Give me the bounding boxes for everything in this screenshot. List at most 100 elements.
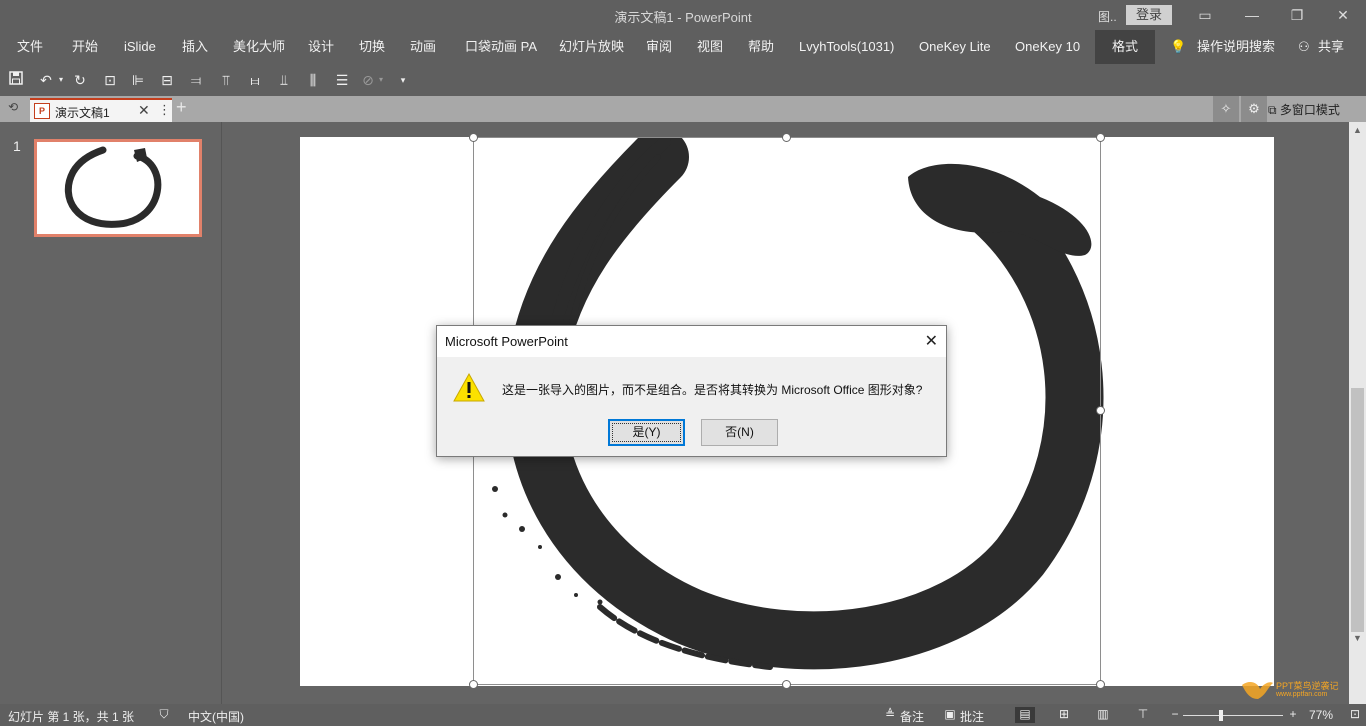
resize-handle-bl[interactable]	[469, 680, 478, 689]
notes-button[interactable]: 备注	[900, 708, 924, 725]
align-bottom-icon[interactable]: ⫫	[274, 70, 294, 90]
zoom-level[interactable]: 77%	[1309, 708, 1333, 722]
share-icon[interactable]: ⚇	[1298, 30, 1310, 64]
magic-wand-icon[interactable]: ✧	[1213, 96, 1239, 122]
multi-window-mode[interactable]: ⧉ 多窗口模式	[1268, 101, 1340, 118]
convert-picture-dialog: Microsoft PowerPoint ✕ 这是一张导入的图片，而不是组合。是…	[436, 325, 947, 457]
tab-file[interactable]: 文件	[17, 30, 43, 64]
resize-handle-t[interactable]	[782, 133, 791, 142]
comments-icon[interactable]: ▣	[942, 707, 958, 723]
more-options-icon[interactable]: ⋮	[158, 102, 171, 118]
close-icon[interactable]: ✕	[1328, 4, 1358, 26]
multi-window-label: 多窗口模式	[1279, 103, 1340, 117]
resize-handle-r[interactable]	[1096, 406, 1105, 415]
zoom-slider-track[interactable]	[1183, 715, 1283, 716]
scroll-up-icon[interactable]: ▲	[1349, 122, 1366, 138]
slide-thumbnail-pane: 1	[0, 122, 222, 704]
scroll-thumb[interactable]	[1351, 388, 1364, 632]
undo-dropdown-icon[interactable]: ▾	[56, 70, 66, 90]
watermark: PPT菜鸟逆袭记 www.pptfan.com	[1240, 677, 1339, 704]
lightbulb-icon[interactable]: 💡	[1170, 30, 1186, 64]
normal-view-icon[interactable]: ▤	[1015, 707, 1035, 723]
watermark-line2: www.pptfan.com	[1276, 691, 1328, 698]
merge-dropdown-icon[interactable]: ▾	[376, 70, 386, 90]
tab-onekey-lite[interactable]: OneKey Lite	[919, 30, 991, 64]
align-right-icon[interactable]: ⫤	[186, 70, 206, 90]
tab-islide[interactable]: iSlide	[124, 30, 156, 64]
close-tab-icon[interactable]: ✕	[138, 102, 150, 119]
settings-gear-icon[interactable]: ⚙	[1241, 96, 1267, 122]
align-left-icon[interactable]: ⊫	[128, 70, 148, 90]
login-button[interactable]: 登录	[1126, 5, 1172, 25]
spell-check-icon[interactable]: ⛉	[156, 707, 172, 723]
vertical-scrollbar[interactable]: ▲ ▼	[1349, 122, 1366, 704]
dialog-message: 这是一张导入的图片，而不是组合。是否将其转换为 Microsoft Office…	[502, 383, 923, 397]
resize-handle-b[interactable]	[782, 680, 791, 689]
fit-slide-icon[interactable]: ⊡	[1347, 707, 1363, 723]
save-icon[interactable]	[6, 70, 26, 90]
no-button[interactable]: 否(N)	[701, 419, 778, 446]
language-indicator[interactable]: 中文(中国)	[188, 708, 244, 725]
multi-window-icon: ⧉	[1268, 103, 1280, 117]
warning-icon	[452, 372, 486, 407]
resize-handle-tl[interactable]	[469, 133, 478, 142]
share-button[interactable]: 共享	[1318, 30, 1344, 64]
distribute-h-icon[interactable]: ⫼	[303, 70, 323, 90]
tab-transitions[interactable]: 切换	[359, 30, 385, 64]
distribute-v-icon[interactable]: ☰	[332, 70, 352, 90]
tab-onekey-10[interactable]: OneKey 10	[1015, 30, 1080, 64]
scroll-down-icon[interactable]: ▼	[1349, 630, 1366, 646]
status-bar: 幻灯片 第 1 张，共 1 张 ⛉ 中文(中国) ≜ 备注 ▣ 批注 ▤ ⊞ ▥…	[0, 704, 1366, 726]
tab-format[interactable]: 格式	[1095, 30, 1155, 64]
tab-slideshow[interactable]: 幻灯片放映	[559, 30, 624, 64]
tab-animations[interactable]: 动画	[410, 30, 436, 64]
undo-icon[interactable]: ↶	[36, 70, 56, 90]
notes-icon[interactable]: ≜	[882, 707, 898, 723]
customize-icon[interactable]: ▾	[396, 70, 410, 90]
slideshow-icon[interactable]: ⊡	[100, 70, 120, 90]
tell-me-search[interactable]: 操作说明搜索	[1197, 30, 1275, 64]
layout-icon[interactable]: 图..	[1098, 8, 1120, 24]
redo-icon[interactable]: ↻	[70, 70, 90, 90]
zoom-slider-knob[interactable]	[1219, 710, 1223, 721]
reading-view-icon[interactable]: ▥	[1095, 707, 1111, 723]
minimize-icon[interactable]: —	[1237, 4, 1267, 26]
document-tab[interactable]: P 演示文稿1 ✕ ⋮	[30, 98, 172, 122]
merge-shapes-icon[interactable]: ⊘	[358, 70, 378, 90]
resize-handle-br[interactable]	[1096, 680, 1105, 689]
tab-beautify[interactable]: 美化大师	[233, 30, 285, 64]
slide-sorter-icon[interactable]: ⊞	[1056, 707, 1072, 723]
tab-manager-icon[interactable]: ⟲	[8, 100, 24, 116]
add-tab-icon[interactable]: +	[176, 97, 187, 118]
dialog-close-icon[interactable]: ✕	[925, 331, 938, 351]
ribbon-tabs: 文件 开始 iSlide 插入 美化大师 设计 切换 动画 口袋动画 PA 幻灯…	[0, 30, 1366, 64]
align-center-icon[interactable]: ⊟	[157, 70, 177, 90]
zoom-out-icon[interactable]: −	[1167, 707, 1183, 723]
resize-handle-tr[interactable]	[1096, 133, 1105, 142]
document-tab-bar: ⟲ P 演示文稿1 ✕ ⋮ + ✧ ⚙ ⧉ 多窗口模式	[0, 96, 1366, 122]
align-middle-icon[interactable]: ⧦	[245, 70, 265, 90]
slide-thumbnail[interactable]	[34, 139, 202, 237]
align-top-icon[interactable]: ⫪	[216, 70, 236, 90]
dialog-title: Microsoft PowerPoint	[445, 334, 568, 349]
slideshow-view-icon[interactable]: ⊤	[1135, 707, 1151, 723]
yes-button[interactable]: 是(Y)	[608, 419, 685, 446]
bird-logo-icon	[1242, 682, 1273, 699]
tab-view[interactable]: 视图	[697, 30, 723, 64]
powerpoint-file-icon: P	[34, 103, 50, 119]
quick-access-toolbar: ↶ ▾ ↻ ⊡ ⊫ ⊟ ⫤ ⫪ ⧦ ⫫ ⫼ ☰ ⊘ ▾ ▾	[0, 64, 1366, 96]
tab-lvyhtools[interactable]: LvyhTools(1031)	[799, 30, 894, 64]
zoom-in-icon[interactable]: +	[1285, 707, 1301, 723]
comments-button[interactable]: 批注	[960, 708, 984, 725]
slide-info: 幻灯片 第 1 张，共 1 张	[8, 710, 135, 724]
tab-review[interactable]: 审阅	[646, 30, 672, 64]
tab-pocket-animation[interactable]: 口袋动画 PA	[465, 30, 537, 64]
tab-insert[interactable]: 插入	[182, 30, 208, 64]
tab-help[interactable]: 帮助	[748, 30, 774, 64]
restore-icon[interactable]: ❐	[1282, 4, 1312, 26]
thumbnail-ink-circle	[64, 146, 162, 228]
ribbon-display-icon[interactable]: ▭	[1190, 4, 1220, 26]
slide-number: 1	[13, 138, 21, 154]
tab-home[interactable]: 开始	[72, 30, 98, 64]
tab-design[interactable]: 设计	[308, 30, 334, 64]
